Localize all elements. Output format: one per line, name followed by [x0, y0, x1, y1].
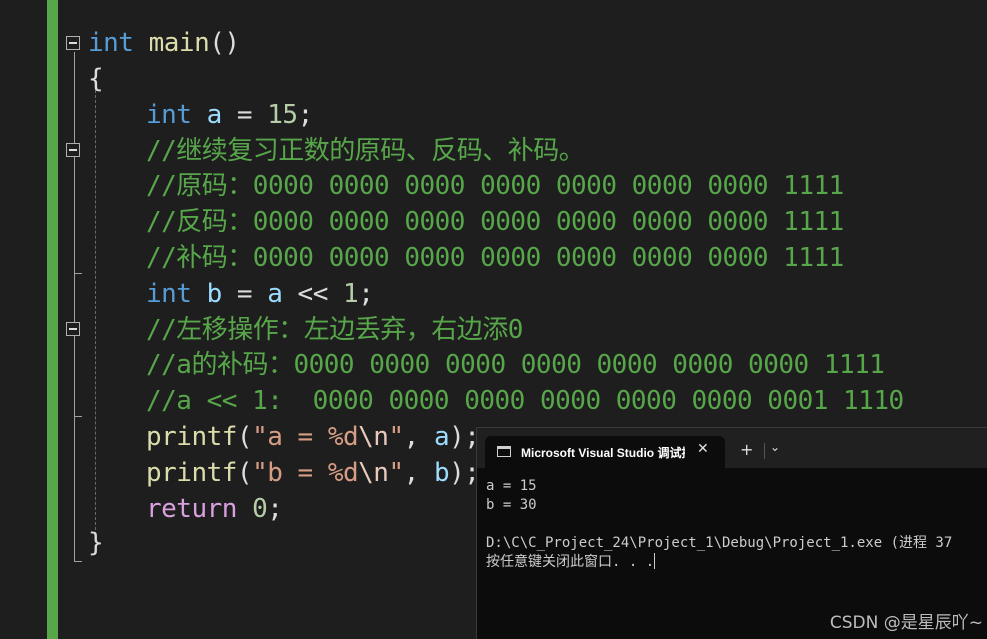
keyword: int — [88, 28, 134, 58]
code-line-comment[interactable]: //原码：0000 0000 0000 0000 0000 0000 0000 … — [146, 168, 844, 204]
code-line-printf-a[interactable]: printf("a = %d\n", a); — [146, 419, 480, 455]
string-literal: "b = %d — [252, 458, 359, 488]
outline-guide-comment2-end — [74, 416, 82, 417]
close-brace: } — [88, 528, 104, 558]
indent-guide — [95, 90, 96, 530]
code-line-declare-b[interactable]: int b = a << 1; — [146, 276, 374, 312]
semicolon: ; — [297, 100, 314, 130]
string-literal: " — [388, 422, 404, 452]
collapse-icon[interactable] — [66, 322, 80, 336]
semicolon: ; — [267, 494, 283, 524]
variable: a — [433, 422, 450, 452]
semicolon: ; — [358, 279, 374, 309]
string-literal: " — [388, 458, 404, 488]
string-literal: "a = %d — [252, 422, 359, 452]
collapse-icon[interactable] — [66, 143, 80, 157]
console-tab[interactable]: Microsoft Visual Studio 调试控 ✕ — [485, 436, 725, 468]
code-line-main-signature[interactable]: int main() — [88, 25, 240, 61]
operator: = — [221, 279, 268, 309]
function-name: main — [148, 28, 210, 58]
keyword: int — [146, 100, 192, 130]
collapse-icon[interactable] — [66, 36, 80, 50]
tab-separator — [764, 443, 765, 459]
paren: ( — [236, 422, 253, 452]
console-output-line: b = 30 — [486, 497, 537, 513]
watermark: CSDN @是星辰吖~ — [829, 613, 983, 633]
console-titlebar[interactable]: Microsoft Visual Studio 调试控 ✕ + ⌄ — [477, 428, 987, 468]
close-icon[interactable]: ✕ — [697, 441, 709, 457]
console-output-line: D:\C\C_Project_24\Project_1\Debug\Projec… — [486, 535, 953, 551]
number-literal: 15 — [267, 100, 298, 130]
variable: a — [206, 100, 223, 130]
number-literal: 1 — [343, 279, 359, 309]
function-name: printf — [146, 458, 237, 488]
terminal-icon — [497, 446, 511, 457]
code-line-printf-b[interactable]: printf("b = %d\n", b); — [146, 455, 480, 491]
code-line-close-brace[interactable]: } — [88, 525, 104, 561]
comma: , — [403, 458, 434, 488]
operator: << — [282, 279, 344, 309]
code-line-return[interactable]: return 0; — [146, 491, 283, 527]
open-brace: { — [88, 64, 104, 94]
number-literal: 0 — [252, 494, 268, 524]
escape-sequence: \n — [358, 422, 389, 452]
outline-guide-end — [74, 561, 82, 562]
code-line-open-brace[interactable]: { — [88, 61, 104, 97]
chevron-down-icon[interactable]: ⌄ — [770, 440, 780, 454]
console-output-line: a = 15 — [486, 478, 537, 494]
code-line-comment[interactable]: //继续复习正数的原码、反码、补码。 — [146, 133, 585, 169]
keyword: return — [146, 494, 237, 524]
paren: ); — [449, 458, 480, 488]
new-tab-icon[interactable]: + — [740, 440, 753, 459]
code-line-comment[interactable]: //左移操作：左边丢弃，右边添0 — [146, 312, 523, 348]
console-prompt-text: 按任意键关闭此窗口. . . — [486, 554, 655, 570]
outline-guide-comment1-end — [74, 273, 82, 274]
operator: = — [221, 100, 268, 130]
console-output-line: 按任意键关闭此窗口. . . — [486, 553, 656, 572]
change-tracking-margin — [47, 0, 58, 639]
escape-sequence: \n — [358, 458, 389, 488]
function-name: printf — [146, 422, 237, 452]
code-line-declare-a[interactable]: int a = 15; — [146, 97, 313, 133]
code-line-comment[interactable]: //补码：0000 0000 0000 0000 0000 0000 0000 … — [146, 240, 844, 276]
text-cursor — [654, 553, 656, 569]
punctuation: () — [209, 28, 240, 58]
paren: ( — [236, 458, 253, 488]
comma: , — [403, 422, 434, 452]
code-line-comment[interactable]: //a << 1: 0000 0000 0000 0000 0000 0000 … — [146, 383, 904, 419]
outline-guide-main — [74, 52, 75, 562]
code-line-comment[interactable]: //a的补码：0000 0000 0000 0000 0000 0000 000… — [146, 347, 885, 383]
variable: b — [433, 458, 450, 488]
keyword: int — [146, 279, 192, 309]
variable: a — [267, 279, 283, 309]
variable: b — [206, 279, 223, 309]
ide-window: int main() { int a = 15; //继续复习正数的原码、反码、… — [0, 0, 987, 639]
code-line-comment[interactable]: //反码：0000 0000 0000 0000 0000 0000 0000 … — [146, 204, 844, 240]
paren: ); — [449, 422, 480, 452]
console-tab-title: Microsoft Visual Studio 调试控 — [521, 446, 685, 460]
